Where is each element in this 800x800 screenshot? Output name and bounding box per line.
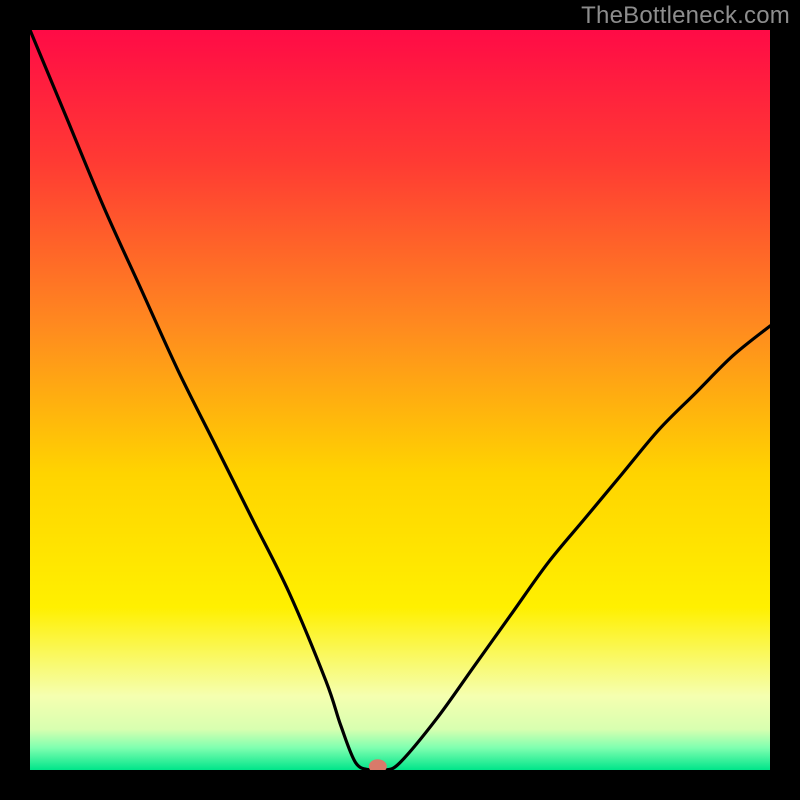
chart-container: TheBottleneck.com — [0, 0, 800, 800]
bottleneck-chart-svg — [0, 0, 800, 800]
watermark-text: TheBottleneck.com — [581, 2, 790, 30]
plot-background — [30, 30, 770, 770]
